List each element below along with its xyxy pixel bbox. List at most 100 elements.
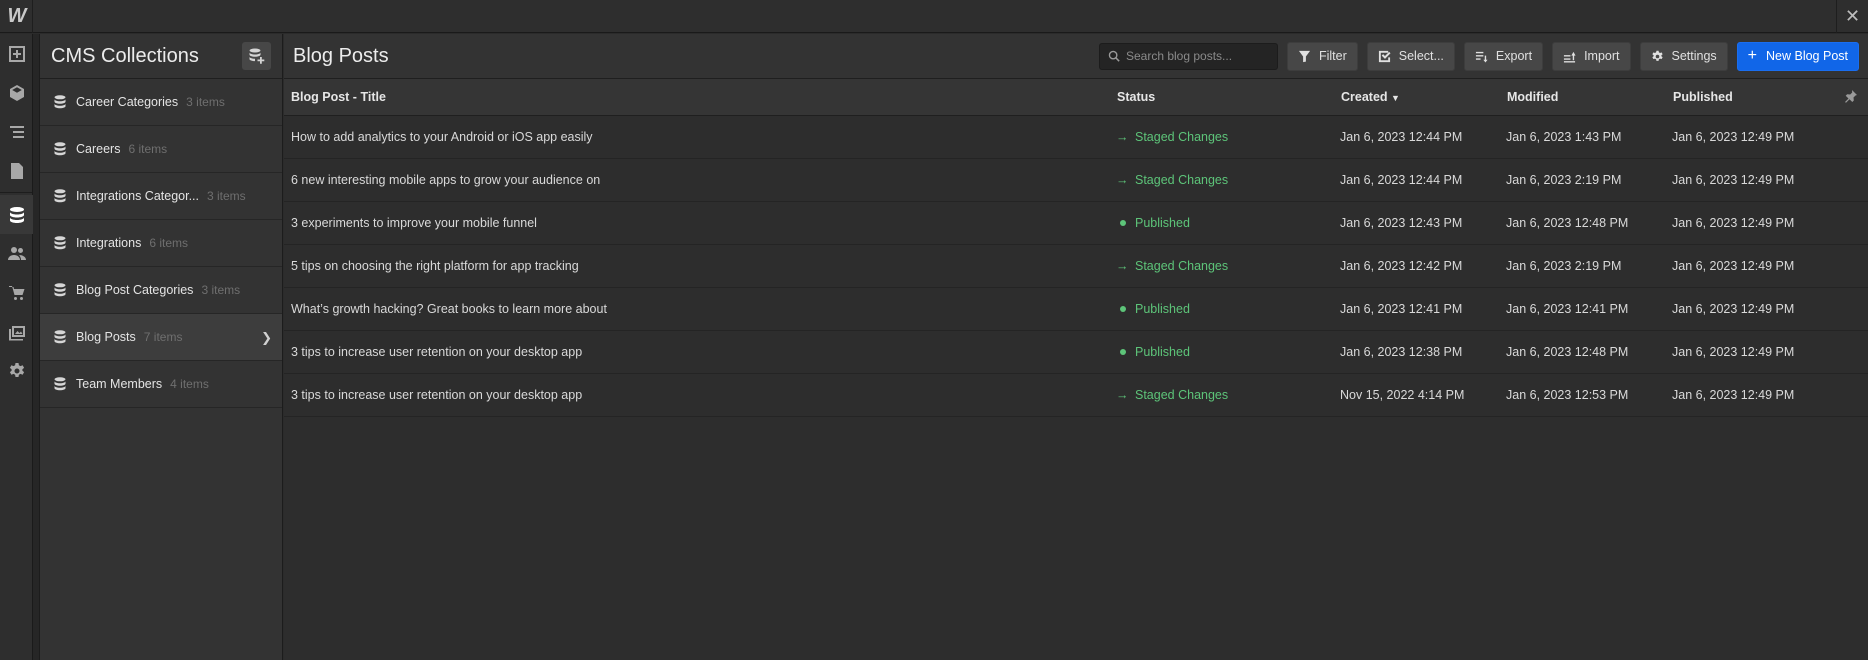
collection-name: Integrations xyxy=(76,236,142,250)
search-icon xyxy=(1108,50,1120,62)
top-bar: W ✕ xyxy=(0,0,1868,33)
column-header-created[interactable]: Created ▼ xyxy=(1341,90,1400,104)
collection-item[interactable]: Integrations Categor... 3 items xyxy=(40,173,282,220)
collection-item[interactable]: Team Members 4 items xyxy=(40,361,282,408)
add-elements-button[interactable] xyxy=(0,34,33,73)
search-input[interactable] xyxy=(1125,49,1266,63)
users-button[interactable] xyxy=(0,234,33,273)
cms-icon xyxy=(9,206,24,223)
import-icon xyxy=(1563,51,1576,63)
rail-divider xyxy=(0,192,32,193)
column-header-published[interactable]: Published xyxy=(1673,90,1733,104)
settings-rail-button[interactable] xyxy=(0,351,33,390)
page-title: Blog Posts xyxy=(293,44,389,67)
collection-name: Team Members xyxy=(76,377,163,391)
status-label: Staged Changes xyxy=(1135,259,1229,273)
gear-icon xyxy=(9,362,24,377)
database-icon xyxy=(54,189,66,203)
import-button[interactable]: Import xyxy=(1552,41,1631,71)
published-date: Jan 6, 2023 12:49 PM xyxy=(1672,173,1795,187)
created-date: Jan 6, 2023 12:44 PM xyxy=(1340,173,1463,187)
collection-item[interactable]: Careers 6 items xyxy=(40,126,282,173)
published-date: Jan 6, 2023 12:49 PM xyxy=(1672,216,1795,230)
column-header-status[interactable]: Status xyxy=(1117,90,1155,104)
navigator-button[interactable] xyxy=(0,112,33,151)
status-badge: Published xyxy=(1116,302,1190,316)
table-row[interactable]: What’s growth hacking? Great books to le… xyxy=(284,288,1868,331)
assets-icon xyxy=(8,325,25,340)
collection-count: 6 items xyxy=(128,142,168,156)
collection-item[interactable]: Blog Posts 7 items ❯ xyxy=(40,314,282,361)
sort-desc-icon: ▼ xyxy=(1391,93,1400,103)
arrow-right-icon: → xyxy=(1116,388,1129,402)
database-icon xyxy=(54,283,66,297)
published-date: Jan 6, 2023 12:49 PM xyxy=(1672,345,1795,359)
table-row[interactable]: How to add analytics to your Android or … xyxy=(284,116,1868,159)
close-button[interactable]: ✕ xyxy=(1836,0,1868,33)
search-box[interactable] xyxy=(1098,42,1278,70)
status-badge: → Staged Changes xyxy=(1116,130,1228,144)
select-button[interactable]: Select... xyxy=(1366,41,1455,71)
status-badge: Published xyxy=(1116,345,1190,359)
collection-name: Integrations Categor... xyxy=(76,189,199,203)
collection-item[interactable]: Career Categories 3 items xyxy=(40,79,282,126)
status-dot-icon xyxy=(1120,306,1126,312)
modified-date: Jan 6, 2023 2:19 PM xyxy=(1506,173,1622,187)
export-icon xyxy=(1475,51,1488,63)
filter-icon xyxy=(1298,50,1311,62)
pages-button[interactable] xyxy=(0,151,33,190)
status-badge: → Staged Changes xyxy=(1116,388,1228,402)
select-checkbox-icon xyxy=(1378,50,1391,62)
settings-label: Settings xyxy=(1671,49,1717,63)
collection-item[interactable]: Integrations 6 items xyxy=(40,220,282,267)
collection-count: 6 items xyxy=(149,236,189,250)
pin-columns-button[interactable] xyxy=(1844,89,1858,108)
collection-item[interactable]: Blog Post Categories 3 items xyxy=(40,267,282,314)
assets-button[interactable] xyxy=(0,312,33,351)
status-label: Staged Changes xyxy=(1135,130,1229,144)
ecommerce-button[interactable] xyxy=(0,273,33,312)
database-icon xyxy=(54,236,66,250)
collection-name: Careers xyxy=(76,142,121,156)
collection-count: 3 items xyxy=(201,283,241,297)
created-date: Jan 6, 2023 12:42 PM xyxy=(1340,259,1463,273)
webflow-logo[interactable]: W xyxy=(0,0,33,33)
components-button[interactable] xyxy=(0,73,33,112)
table-header: Blog Post - Title Status Created ▼ Modif… xyxy=(284,79,1868,116)
post-title: How to add analytics to your Android or … xyxy=(291,130,593,144)
column-header-modified[interactable]: Modified xyxy=(1507,90,1558,104)
table-row[interactable]: 3 tips to increase user retention on you… xyxy=(284,331,1868,374)
column-header-title[interactable]: Blog Post - Title xyxy=(291,90,386,104)
modified-date: Jan 6, 2023 12:48 PM xyxy=(1506,216,1629,230)
filter-button[interactable]: Filter xyxy=(1286,41,1358,71)
pages-icon xyxy=(10,162,23,179)
main-panel: Blog Posts Filter Select... Export Impor… xyxy=(284,34,1868,660)
cms-button[interactable] xyxy=(0,195,33,234)
modified-date: Jan 6, 2023 12:53 PM xyxy=(1506,388,1629,402)
blog-posts-table: How to add analytics to your Android or … xyxy=(284,116,1868,417)
chevron-right-icon: ❯ xyxy=(261,330,272,345)
modified-date: Jan 6, 2023 12:48 PM xyxy=(1506,345,1629,359)
status-label: Staged Changes xyxy=(1135,173,1229,187)
database-icon xyxy=(54,377,66,391)
new-blog-post-button[interactable]: + New Blog Post xyxy=(1736,41,1859,71)
table-row[interactable]: 5 tips on choosing the right platform fo… xyxy=(284,245,1868,288)
collection-name: Blog Post Categories xyxy=(76,283,194,297)
table-row[interactable]: 3 tips to increase user retention on you… xyxy=(284,374,1868,417)
settings-button[interactable]: Settings xyxy=(1639,41,1728,71)
post-title: 3 tips to increase user retention on you… xyxy=(291,388,583,402)
created-date: Jan 6, 2023 12:44 PM xyxy=(1340,130,1463,144)
cms-collections-panel: CMS Collections Career Categories 3 items… xyxy=(39,34,283,660)
status-dot-icon xyxy=(1120,220,1126,226)
collection-count: 3 items xyxy=(186,95,225,109)
add-collection-button[interactable] xyxy=(242,42,271,70)
plus-icon: + xyxy=(1747,47,1758,64)
table-row[interactable]: 6 new interesting mobile apps to grow yo… xyxy=(284,159,1868,202)
published-date: Jan 6, 2023 12:49 PM xyxy=(1672,259,1795,273)
new-blog-post-label: New Blog Post xyxy=(1766,49,1848,63)
users-icon xyxy=(7,246,26,260)
add-elements-icon xyxy=(8,45,25,62)
left-toolbar xyxy=(0,34,33,660)
table-row[interactable]: 3 experiments to improve your mobile fun… xyxy=(284,202,1868,245)
export-button[interactable]: Export xyxy=(1463,41,1544,71)
